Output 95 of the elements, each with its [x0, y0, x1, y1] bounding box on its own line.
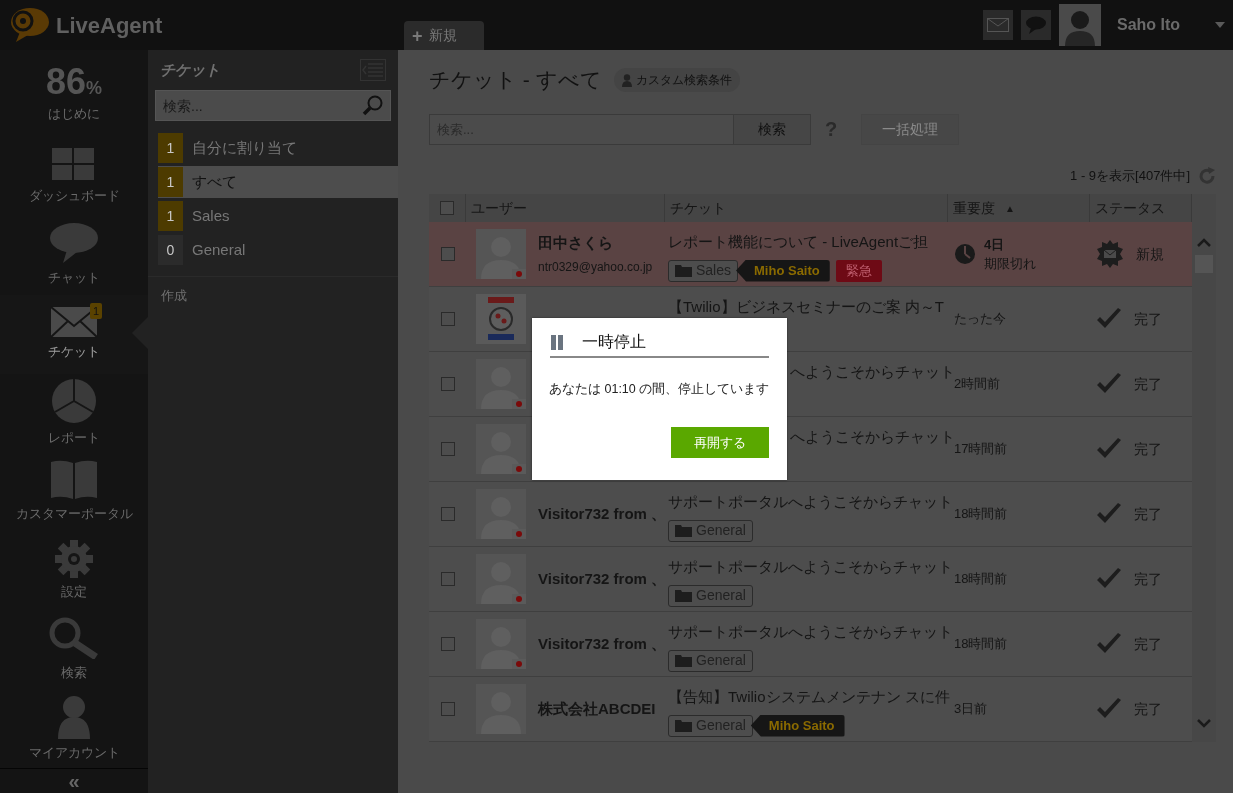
user-name: Visitor732 from 、: [538, 633, 665, 654]
gear-icon: [55, 540, 93, 579]
dialog-title: 一時停止: [582, 332, 646, 352]
user-email: ntr0329@yahoo.co.jp: [538, 259, 653, 277]
help-icon[interactable]: ?: [825, 114, 838, 144]
logo-text: LiveAgent: [56, 11, 163, 40]
logo-icon: [8, 7, 50, 43]
status-label: 新規: [1136, 244, 1164, 264]
user-name: Visitor732 from 、: [538, 503, 665, 524]
row-checkbox[interactable]: [440, 247, 455, 261]
refresh-icon[interactable]: [1198, 167, 1216, 185]
plus-icon: +: [412, 26, 423, 45]
progress-value: 86%: [45, 63, 103, 100]
filter-count: 1: [158, 201, 183, 231]
avatar-placeholder: [476, 229, 526, 279]
filter-count: 1: [158, 167, 183, 197]
envelope-badge-icon: [1096, 240, 1124, 268]
filter-item[interactable]: 0 General: [158, 234, 398, 266]
folder-icon: [675, 589, 692, 602]
folder-icon: [675, 719, 692, 732]
company-logo: [476, 294, 526, 344]
user-name: Visitor732 from 、: [538, 568, 665, 589]
envelope-icon: [50, 306, 98, 339]
folder-icon: [675, 264, 692, 277]
checkmark-icon: [1096, 438, 1122, 460]
user-avatar[interactable]: [1059, 4, 1101, 46]
filter-count: 1: [158, 133, 183, 163]
mail-button[interactable]: [983, 10, 1013, 40]
user-name: 田中さくら: [538, 232, 614, 253]
nav-item[interactable]: レポート: [0, 373, 148, 453]
dialog-message: あなたは 01:10 の間、停止しています: [549, 381, 769, 398]
avatar-placeholder: [476, 424, 526, 474]
avatar-placeholder: [476, 619, 526, 669]
search-icon[interactable]: [362, 94, 384, 116]
nav-item[interactable]: マイアカウント: [0, 689, 148, 769]
nav-item[interactable]: ダッシュボード: [0, 136, 148, 216]
priority-tag: 緊急: [835, 259, 882, 282]
row-checkbox[interactable]: [440, 312, 455, 326]
create-link[interactable]: 作成: [161, 288, 187, 303]
scroll-down-icon[interactable]: [1197, 719, 1211, 728]
user-name[interactable]: Saho Ito: [1117, 13, 1207, 37]
filter-item[interactable]: 1 すべて: [158, 166, 398, 198]
pause-icon: [550, 334, 564, 350]
scroll-up-icon[interactable]: [1197, 238, 1211, 247]
bulk-action-button: 一括処理: [861, 113, 960, 145]
user-name: 株式会社ABCDEI: [538, 698, 656, 719]
nav-label: はじめに: [48, 104, 100, 123]
pie-chart-icon: [51, 378, 97, 425]
time-label: 4日: [984, 235, 1006, 254]
person-icon: [621, 73, 632, 87]
folder-icon: [675, 654, 692, 667]
folder-icon: [675, 524, 692, 537]
row-checkbox[interactable]: [440, 572, 455, 586]
nav-item[interactable]: チャット: [0, 215, 148, 295]
overdue-label: 期限切れ: [984, 255, 1036, 273]
row-checkbox[interactable]: [440, 507, 455, 521]
avatar-placeholder: [476, 359, 526, 409]
checkmark-icon: [1096, 373, 1122, 395]
chat-button[interactable]: [1021, 10, 1051, 40]
row-checkbox[interactable]: [440, 377, 455, 391]
caret-icon[interactable]: [1215, 22, 1225, 28]
agent-tag[interactable]: Miho Saito: [750, 714, 845, 737]
select-all-checkbox[interactable]: [440, 201, 454, 215]
person-icon: [57, 695, 91, 740]
checkmark-icon: [1096, 633, 1122, 655]
speech-bubble-icon: [49, 222, 99, 265]
resume-button[interactable]: 再開する: [671, 426, 769, 458]
checkmark-icon: [1096, 698, 1122, 720]
grid-icon: [52, 147, 96, 182]
avatar-placeholder: [476, 489, 526, 539]
avatar-placeholder: [476, 554, 526, 604]
checkmark-icon: [1096, 503, 1122, 525]
nav-item[interactable]: 設定: [0, 531, 148, 611]
row-checkbox[interactable]: [440, 442, 455, 456]
nav-item[interactable]: 検索: [0, 610, 148, 690]
speech-bubble-icon: [1025, 16, 1047, 34]
nav-item[interactable]: カスタマーポータル: [0, 452, 148, 532]
page-title: チケット - すべて: [429, 67, 602, 94]
new-tab[interactable]: + 新規: [404, 21, 484, 50]
progress-item[interactable]: 86% はじめに: [0, 50, 148, 137]
sort-icon: ▲: [1005, 200, 1015, 216]
row-checkbox[interactable]: [440, 637, 455, 651]
checkmark-icon: [1096, 308, 1122, 330]
panel-title: チケット: [160, 59, 220, 80]
book-icon: [50, 460, 98, 501]
filter-count: 0: [158, 235, 183, 265]
ticket-subject[interactable]: レポート機能について - LiveAgentご担: [668, 231, 929, 254]
filter-item[interactable]: 1 自分に割り当て: [158, 132, 398, 164]
search-icon: [48, 617, 100, 660]
checkmark-icon: [1096, 568, 1122, 590]
filter-item[interactable]: 1 Sales: [158, 200, 398, 232]
agent-tag[interactable]: Miho Saito: [736, 259, 830, 282]
envelope-icon: [987, 18, 1009, 32]
clock-icon: [954, 243, 976, 265]
row-checkbox[interactable]: [440, 702, 455, 716]
